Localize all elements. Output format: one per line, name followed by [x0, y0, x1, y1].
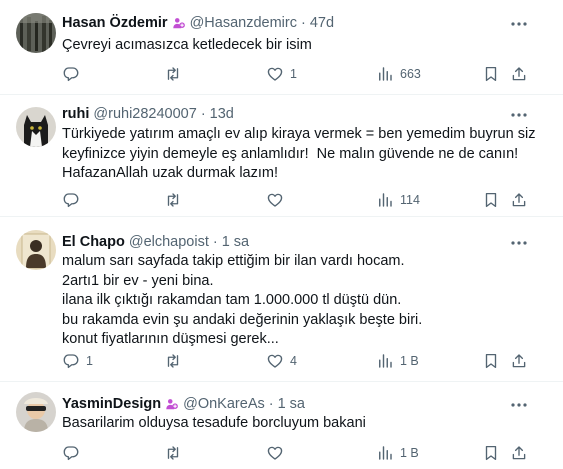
tweet-text: malum sarı sayfada takip ettiğim bir ila… [62, 253, 423, 347]
view-count: 663 [400, 67, 421, 81]
heart-icon [267, 446, 283, 460]
bookmark-icon [485, 353, 497, 369]
separator-dot: · [200, 106, 206, 122]
like-button[interactable] [266, 190, 290, 210]
avatar[interactable] [16, 13, 56, 53]
tweet-text: Çevreyi acımasızca ketledecek bir isim [62, 37, 312, 53]
share-button[interactable] [510, 190, 528, 210]
display-name[interactable]: El Chapo [62, 233, 125, 251]
reply-icon [63, 354, 79, 369]
more-icon[interactable] [509, 14, 529, 34]
views-button[interactable]: 1 B [376, 351, 419, 371]
tweet-text: Basarilarim olduysa tesadufe borcluyum b… [62, 415, 366, 431]
like-button[interactable]: 1 [266, 64, 297, 84]
tweet-text: Türkiyede yatırım amaçlı ev alıp kiraya … [62, 126, 540, 181]
reply-count: 1 [86, 354, 93, 368]
more-icon[interactable] [509, 395, 529, 415]
view-count: 1 B [400, 446, 419, 460]
reply-icon [63, 193, 79, 208]
more-icon[interactable] [509, 105, 529, 125]
bookmark-icon [485, 445, 497, 461]
handle[interactable]: @OnKareAs [183, 395, 265, 413]
views-icon [379, 67, 392, 81]
heart-icon [267, 354, 283, 368]
tweet-header: El Chapo @elchapoist · 1 sa [62, 233, 523, 251]
separator-dot: · [268, 396, 274, 412]
handle[interactable]: @ruhi28240007 [93, 105, 196, 123]
retweet-icon [167, 67, 179, 81]
share-icon [512, 67, 526, 81]
like-button[interactable] [266, 443, 290, 463]
bookmark-icon [485, 66, 497, 82]
reply-icon [63, 67, 79, 82]
tweet-actions: 1 663 [54, 64, 537, 84]
heart-icon [267, 193, 283, 207]
share-icon [512, 446, 526, 460]
tweet-actions: 114 [54, 190, 537, 210]
avatar[interactable] [16, 107, 56, 147]
separator-dot: · [212, 234, 218, 250]
retweet-icon [167, 446, 179, 460]
like-button[interactable]: 4 [266, 351, 297, 371]
tweet-header: YasminDesign @OnKareAs · 1 sa [62, 395, 523, 413]
tweet-header: Hasan Özdemir @Hasanzdemirc · 47d [62, 14, 523, 32]
bookmark-button[interactable] [482, 64, 500, 84]
display-name[interactable]: YasminDesign [62, 395, 161, 413]
avatar[interactable] [16, 230, 56, 270]
reply-button[interactable]: 1 [62, 351, 93, 371]
timestamp[interactable]: 13d [210, 105, 234, 123]
retweet-icon [167, 193, 179, 207]
timestamp[interactable]: 1 sa [222, 233, 249, 251]
retweet-button[interactable] [164, 190, 188, 210]
tweet-actions: 1 B [54, 443, 537, 463]
retweet-button[interactable] [164, 443, 188, 463]
tweet-actions: 1 4 1 B [54, 351, 537, 371]
handle[interactable]: @Hasanzdemirc [190, 14, 297, 32]
tweet[interactable]: El Chapo @elchapoist · 1 sa malum sarı s… [0, 217, 563, 381]
people-icon [172, 18, 185, 29]
tweet[interactable]: ruhi @ruhi28240007 · 13d Türkiyede yatır… [0, 95, 563, 215]
retweet-button[interactable] [164, 64, 188, 84]
bookmark-button[interactable] [482, 443, 500, 463]
views-button[interactable]: 114 [376, 190, 420, 210]
display-name[interactable]: Hasan Özdemir [62, 14, 168, 32]
retweet-icon [167, 354, 179, 368]
like-count: 4 [290, 354, 297, 368]
more-icon[interactable] [509, 233, 529, 253]
share-icon [512, 354, 526, 368]
timestamp[interactable]: 1 sa [278, 395, 305, 413]
bookmark-icon [485, 192, 497, 208]
separator-dot: · [300, 15, 306, 31]
share-button[interactable] [510, 443, 528, 463]
tweet-header: ruhi @ruhi28240007 · 13d [62, 105, 523, 123]
reply-button[interactable] [62, 64, 86, 84]
bookmark-button[interactable] [482, 351, 500, 371]
reply-button[interactable] [62, 443, 86, 463]
views-button[interactable]: 663 [376, 64, 421, 84]
timestamp[interactable]: 47d [310, 14, 334, 32]
share-button[interactable] [510, 351, 528, 371]
views-button[interactable]: 1 B [376, 443, 419, 463]
share-button[interactable] [510, 64, 528, 84]
views-icon [379, 193, 392, 207]
like-count: 1 [290, 67, 297, 81]
retweet-button[interactable] [164, 351, 188, 371]
view-count: 1 B [400, 354, 419, 368]
handle[interactable]: @elchapoist [129, 233, 209, 251]
share-icon [512, 193, 526, 207]
views-icon [379, 446, 392, 460]
tweet[interactable]: YasminDesign @OnKareAs · 1 sa Basarilari… [0, 382, 563, 469]
view-count: 114 [400, 193, 420, 207]
people-icon [166, 399, 178, 410]
tweet[interactable]: Hasan Özdemir @Hasanzdemirc · 47d Çevrey… [0, 0, 563, 94]
avatar[interactable] [16, 392, 56, 432]
display-name[interactable]: ruhi [62, 105, 89, 123]
reply-icon [63, 446, 79, 461]
views-icon [379, 354, 392, 368]
heart-icon [267, 67, 283, 81]
bookmark-button[interactable] [482, 190, 500, 210]
reply-button[interactable] [62, 190, 86, 210]
